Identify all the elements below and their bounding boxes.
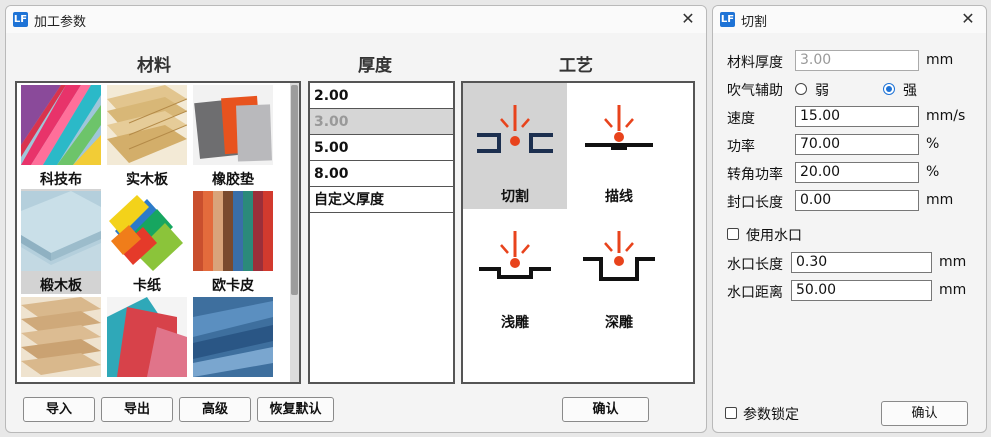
basswood-swatch-icon	[21, 191, 101, 271]
laser-shallow-engrave-icon	[479, 231, 551, 279]
close-icon[interactable]: ✕	[958, 9, 978, 29]
material-header: 材料	[137, 56, 171, 76]
seal-length-unit: mm	[926, 192, 954, 208]
advanced-button[interactable]: 高级	[179, 397, 251, 422]
thickness-option-selected[interactable]: 3.00	[310, 109, 453, 135]
water-port-distance-label: 水口距离	[727, 285, 783, 301]
power-label: 功率	[727, 139, 755, 155]
air-assist-label: 吹气辅助	[727, 83, 783, 99]
water-port-length-field[interactable]: 0.30	[791, 252, 932, 273]
leather-swatch-icon	[193, 191, 273, 271]
speed-label: 速度	[727, 111, 755, 127]
material-tile-basswood[interactable]: 椴木板	[21, 189, 101, 294]
corner-power-label: 转角功率	[727, 167, 783, 183]
speed-unit: mm/s	[926, 108, 966, 124]
scrollbar-thumb[interactable]	[291, 85, 298, 295]
close-icon[interactable]: ✕	[678, 9, 698, 29]
process-tile-line[interactable]: 描线	[567, 83, 671, 209]
process-tile-cut[interactable]: 切割	[463, 83, 567, 209]
material-tile-solid-wood[interactable]: 实木板	[107, 83, 187, 188]
process-label: 浅雕	[501, 315, 529, 331]
water-port-length-unit: mm	[939, 254, 967, 270]
water-port-length-label: 水口长度	[727, 257, 783, 273]
seal-length-label: 封口长度	[727, 195, 783, 211]
air-assist-strong-label: 强	[903, 83, 917, 99]
app-logo-icon: LF	[13, 12, 28, 27]
thickness-option[interactable]: 5.00	[310, 135, 453, 161]
material-label: 欧卡皮	[212, 278, 254, 294]
dialog-title: 切割	[741, 15, 768, 30]
process-label: 描线	[605, 189, 633, 205]
plywood-swatch-icon	[21, 297, 101, 377]
air-assist-strong-radio[interactable]	[883, 83, 895, 95]
rubber-pad-swatch-icon	[193, 85, 273, 165]
air-assist-weak-label: 弱	[815, 83, 829, 99]
material-tile-tech-fabric[interactable]: 科技布	[21, 83, 101, 188]
process-panel: 切割 描线 浅雕 深雕	[461, 81, 695, 384]
power-field[interactable]: 70.00	[795, 134, 919, 155]
restore-defaults-button[interactable]: 恢复默认	[257, 397, 334, 422]
water-port-distance-field[interactable]: 50.00	[791, 280, 932, 301]
process-tile-deep-engrave[interactable]: 深雕	[567, 209, 671, 335]
material-label: 科技布	[40, 172, 82, 188]
thickness-option[interactable]: 2.00	[310, 83, 453, 109]
material-label: 卡纸	[133, 278, 161, 294]
import-button[interactable]: 导入	[23, 397, 95, 422]
material-tile-plywood[interactable]	[21, 295, 101, 400]
denim-swatch-icon	[193, 297, 273, 377]
material-tile-cardstock[interactable]: 卡纸	[107, 189, 187, 294]
material-label: 实木板	[126, 172, 168, 188]
solid-wood-swatch-icon	[107, 85, 187, 165]
material-tile-leather[interactable]: 欧卡皮	[193, 189, 273, 294]
material-tile-red-leather[interactable]	[107, 295, 187, 400]
process-label: 切割	[501, 189, 529, 205]
thickness-unit: mm	[926, 52, 954, 68]
use-water-port-checkbox[interactable]	[727, 228, 739, 240]
thickness-option[interactable]: 8.00	[310, 161, 453, 187]
material-tile-rubber-pad[interactable]: 橡胶垫	[193, 83, 273, 188]
power-unit: %	[926, 136, 940, 152]
dialog-title: 加工参数	[34, 15, 87, 30]
water-port-distance-unit: mm	[939, 282, 967, 298]
export-button[interactable]: 导出	[101, 397, 173, 422]
air-assist-weak-radio[interactable]	[795, 83, 807, 95]
thickness-label: 材料厚度	[727, 55, 783, 71]
thickness-field: 3.00	[795, 50, 919, 71]
cut-settings-dialog: LF 切割 ✕ 材料厚度 3.00 mm 吹气辅助 弱 强 速度 15.00 m…	[712, 5, 987, 433]
laser-cut-icon	[477, 105, 553, 153]
thickness-option-custom[interactable]: 自定义厚度	[310, 187, 453, 213]
speed-field[interactable]: 15.00	[795, 106, 919, 127]
material-label: 椴木板	[40, 278, 82, 294]
confirm-button[interactable]: 确认	[881, 401, 968, 426]
use-water-port-label: 使用水口	[746, 228, 802, 244]
corner-power-unit: %	[926, 164, 940, 180]
process-header: 工艺	[559, 56, 593, 76]
app-logo-icon: LF	[720, 12, 735, 27]
material-tile-denim[interactable]	[193, 295, 273, 400]
material-label: 橡胶垫	[212, 172, 254, 188]
cardstock-swatch-icon	[107, 191, 187, 271]
material-panel: 科技布 实木板 橡胶垫 椴木板 卡纸 欧卡皮	[15, 81, 301, 384]
thickness-header: 厚度	[358, 56, 392, 76]
param-lock-label: 参数锁定	[743, 407, 799, 423]
corner-power-field[interactable]: 20.00	[795, 162, 919, 183]
title-bar: LF 切割 ✕	[713, 6, 986, 33]
tech-fabric-swatch-icon	[21, 85, 101, 165]
laser-deep-engrave-icon	[583, 231, 655, 281]
param-lock-checkbox[interactable]	[725, 407, 737, 419]
confirm-button[interactable]: 确认	[562, 397, 649, 422]
thickness-panel: 2.00 3.00 5.00 8.00 自定义厚度	[308, 81, 455, 384]
red-leather-swatch-icon	[107, 297, 187, 377]
laser-line-icon	[585, 105, 653, 150]
process-tile-shallow-engrave[interactable]: 浅雕	[463, 209, 567, 335]
process-label: 深雕	[605, 315, 633, 331]
title-bar: LF 加工参数 ✕	[6, 6, 706, 33]
processing-params-dialog: LF 加工参数 ✕ 材料 厚度 工艺 科技布 实木板 橡胶垫 椴木板 卡纸 欧卡…	[5, 5, 707, 433]
material-scrollbar[interactable]	[290, 83, 299, 382]
seal-length-field[interactable]: 0.00	[795, 190, 919, 211]
